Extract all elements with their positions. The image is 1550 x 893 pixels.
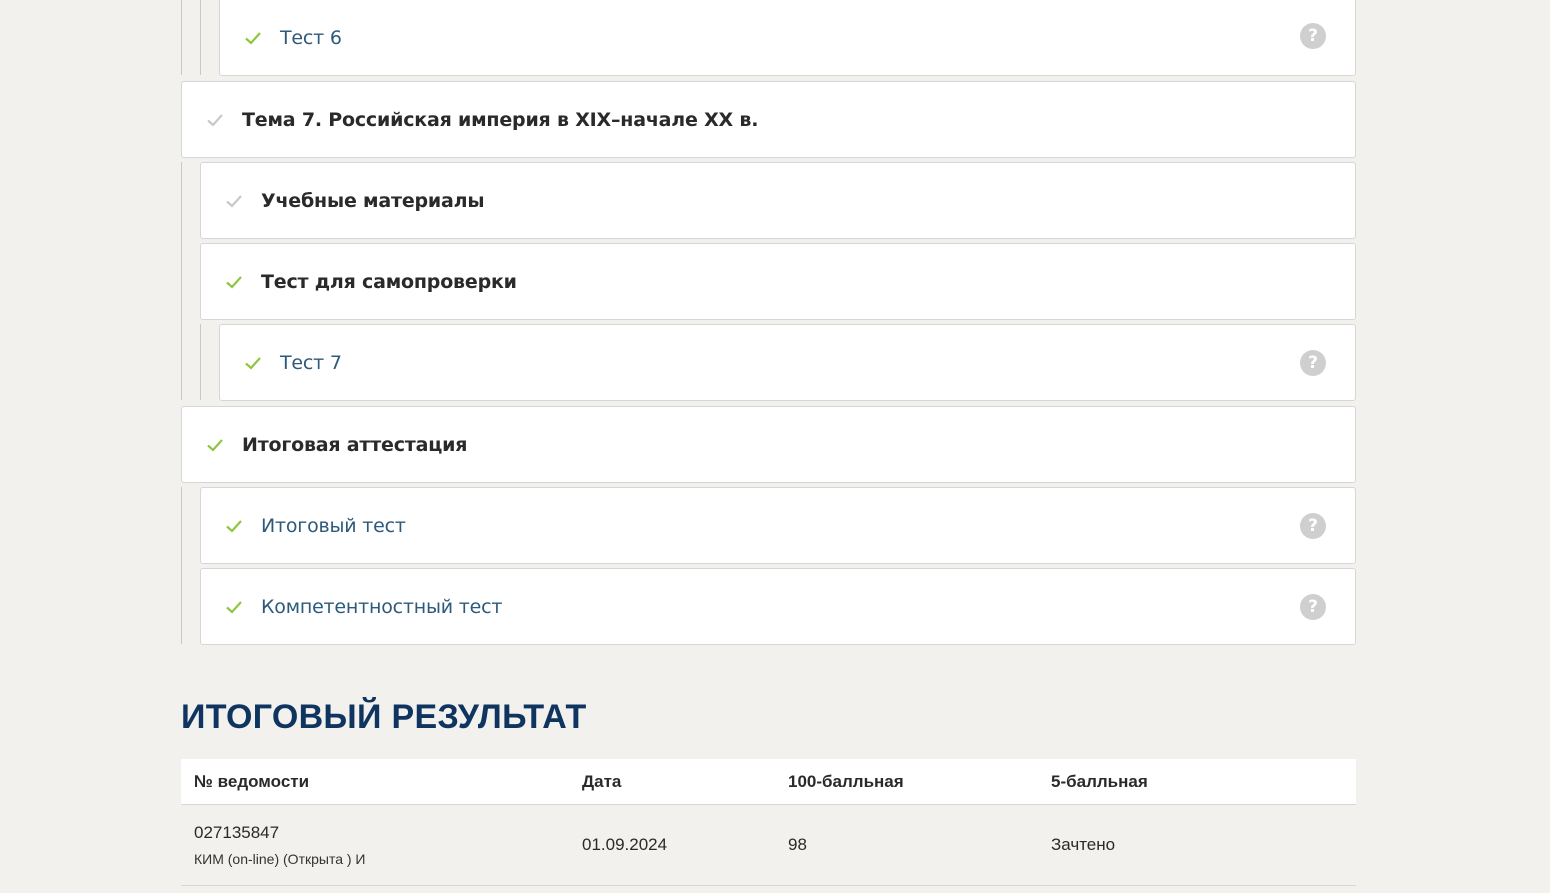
tree-line xyxy=(181,487,182,644)
course-item-final-test[interactable]: Итоговый тест ? xyxy=(200,487,1356,564)
check-icon xyxy=(225,273,243,291)
score-5-cell: Зачтено xyxy=(1051,835,1116,854)
statement-cell: 027135847 КИМ (on-line) (Открыта ) И xyxy=(181,823,582,867)
course-item-topic-7[interactable]: Тема 7. Российская империя в XIX–начале … xyxy=(181,81,1356,158)
help-icon[interactable]: ? xyxy=(1300,349,1326,376)
table-header: № ведомости Дата 100-балльная 5-балльная xyxy=(181,759,1356,805)
statement-type: КИМ (on-line) (Открыта ) И xyxy=(194,851,366,867)
check-icon xyxy=(225,517,243,535)
course-item-materials[interactable]: Учебные материалы xyxy=(200,162,1356,239)
help-icon[interactable]: ? xyxy=(1300,593,1326,620)
course-item-final-attestation[interactable]: Итоговая аттестация xyxy=(181,406,1356,483)
check-icon xyxy=(244,354,262,372)
tree-line xyxy=(181,162,182,400)
course-item-test-6[interactable]: Тест 6 ? xyxy=(219,0,1356,76)
course-item-label: Итоговая аттестация xyxy=(242,433,468,456)
course-item-label: Тема 7. Российская империя в XIX–начале … xyxy=(242,108,759,131)
column-header: 5-балльная xyxy=(1051,771,1148,791)
check-icon xyxy=(225,598,243,616)
course-item-label: Тест для самопроверки xyxy=(261,270,517,293)
column-header: № ведомости xyxy=(194,771,310,791)
help-icon[interactable]: ? xyxy=(1300,512,1326,539)
result-table: № ведомости Дата 100-балльная 5-балльная… xyxy=(181,759,1356,886)
course-item-label: Учебные материалы xyxy=(261,189,485,212)
date-cell: 01.09.2024 xyxy=(582,835,668,854)
course-item-label[interactable]: Тест 7 xyxy=(280,352,342,374)
check-icon xyxy=(225,192,243,210)
column-header: Дата xyxy=(582,771,622,791)
column-header: 100-балльная xyxy=(788,771,904,791)
course-item-label[interactable]: Тест 6 xyxy=(280,27,342,49)
course-item-competency-test[interactable]: Компетентностный тест ? xyxy=(200,568,1356,645)
check-icon xyxy=(244,29,262,47)
course-item-self-test[interactable]: Тест для самопроверки xyxy=(200,243,1356,320)
help-icon[interactable]: ? xyxy=(1300,22,1326,49)
course-item-label[interactable]: Итоговый тест xyxy=(261,515,406,537)
check-icon xyxy=(206,436,224,454)
course-item-test-7[interactable]: Тест 7 ? xyxy=(219,324,1356,401)
tree-line xyxy=(181,0,182,75)
tree-line xyxy=(200,324,201,400)
statement-number: 027135847 xyxy=(194,823,280,842)
table-row: 027135847 КИМ (on-line) (Открыта ) И 01.… xyxy=(181,805,1356,886)
result-title: ИТОГОВЫЙ РЕЗУЛЬТАТ xyxy=(181,698,587,736)
check-icon xyxy=(206,111,224,129)
course-item-label[interactable]: Компетентностный тест xyxy=(261,596,502,618)
score-100-cell: 98 xyxy=(788,835,807,854)
tree-line xyxy=(200,0,201,75)
